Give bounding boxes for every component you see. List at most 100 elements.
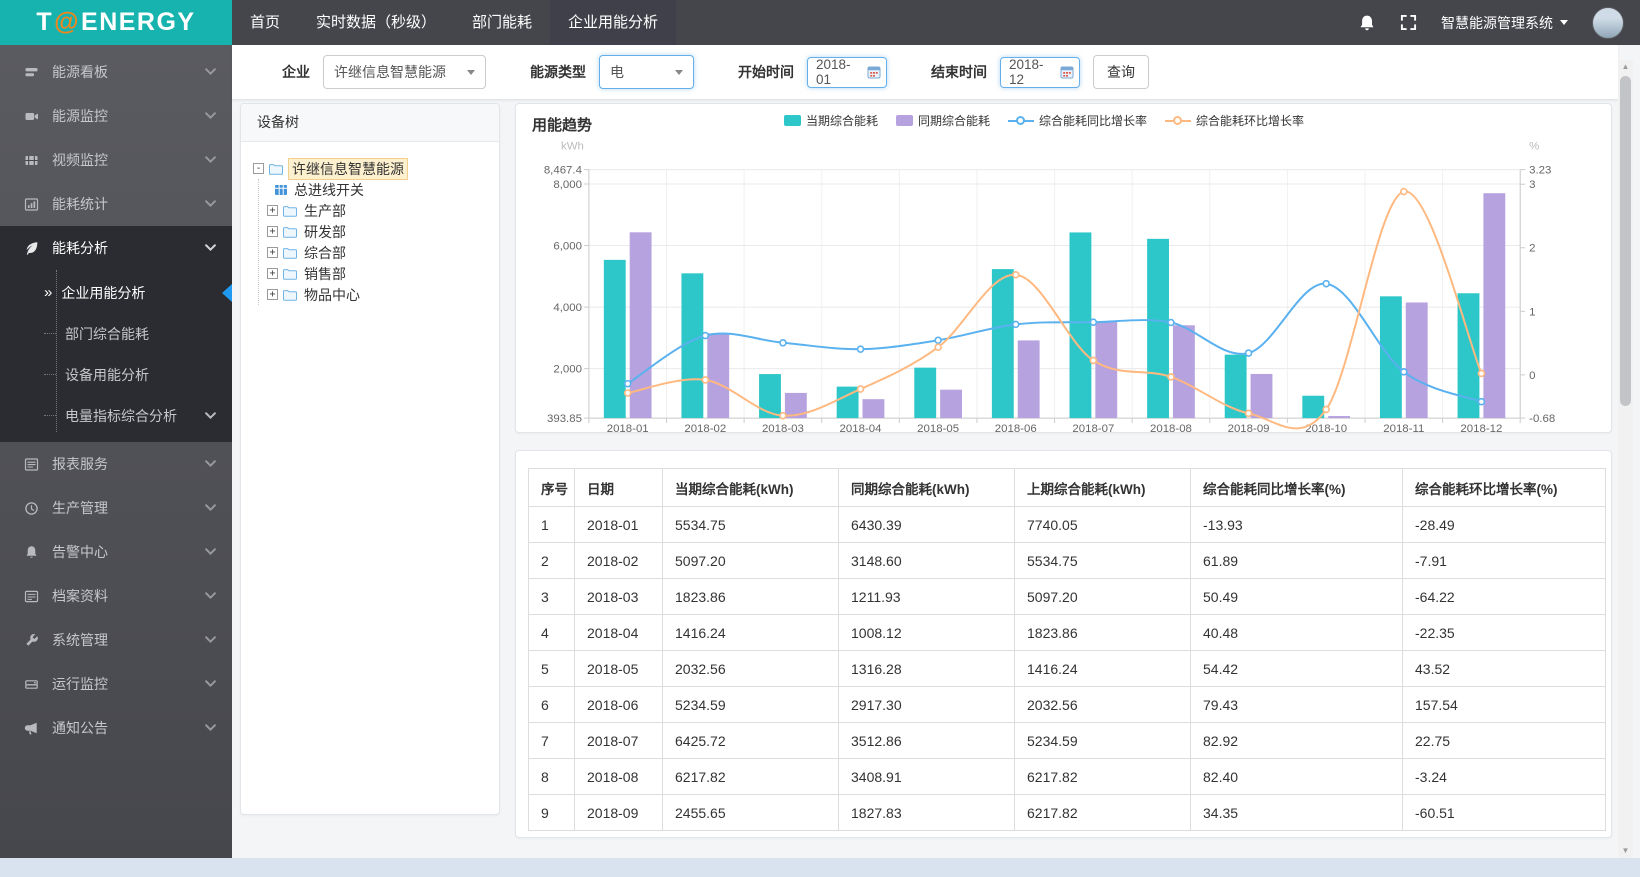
- sidebar-item[interactable]: 生产管理: [0, 486, 232, 530]
- expand-plus-icon[interactable]: +: [267, 205, 278, 216]
- bar-series-1: [603, 232, 1480, 419]
- table-cell: 1008.12: [838, 614, 1015, 651]
- table-cell: -13.93: [1190, 506, 1403, 543]
- table-cell: 82.92: [1190, 722, 1403, 759]
- tree-node-label: 许继信息智慧能源: [288, 157, 408, 180]
- sidebar-item[interactable]: 告警中心: [0, 530, 232, 574]
- top-navigation: 首页 实时数据（秒级） 部门能耗 企业用能分析: [232, 0, 677, 45]
- table-cell: 22.75: [1402, 722, 1606, 759]
- sidebar-subitem-label: 部门综合能耗: [65, 325, 149, 342]
- collapse-minus-icon[interactable]: -: [253, 163, 264, 174]
- sidebar-item[interactable]: 通知公告: [0, 706, 232, 750]
- energy-type-select-value: 电: [610, 64, 624, 80]
- expand-plus-icon[interactable]: +: [267, 289, 278, 300]
- chevron-down-icon: [205, 636, 216, 644]
- sidebar-item[interactable]: 报表服务: [0, 442, 232, 486]
- top-nav-tab-1[interactable]: 首页: [232, 0, 298, 45]
- svg-text:393.85: 393.85: [547, 413, 582, 425]
- expand-plus-icon[interactable]: +: [267, 226, 278, 237]
- svg-text:2018-01: 2018-01: [607, 423, 649, 432]
- table-row: 4 2018-04 1416.24 1008.12 1823.86 40.48 -22.35: [528, 614, 1606, 651]
- sidebar-subitem[interactable]: 电量指标综合分析: [0, 395, 232, 436]
- table-cell: 34.35: [1190, 794, 1403, 831]
- table-cell: 2018-04: [574, 614, 663, 651]
- query-button[interactable]: 查询: [1093, 55, 1149, 89]
- tree-node[interactable]: + 物品中心: [267, 284, 491, 305]
- table-row: 3 2018-03 1823.86 1211.93 5097.20 50.49 -64.22: [528, 578, 1606, 615]
- calendar-icon[interactable]: [867, 65, 881, 79]
- tree-node-label: 综合部: [304, 244, 346, 261]
- table-cell: 2018-08: [574, 758, 663, 795]
- svg-text:kWh: kWh: [561, 141, 584, 153]
- energy-data-table-panel: 序号 日期 当期综合能耗(kWh) 同期综合能耗(kWh) 上期综合能耗(kWh) 综合能…: [515, 450, 1612, 838]
- table-cell: 2018-07: [574, 722, 663, 759]
- company-select[interactable]: 许继信息智慧能源: [323, 55, 486, 89]
- table-cell: 1316.28: [838, 650, 1015, 687]
- table-cell: 2917.30: [838, 686, 1015, 723]
- horizontal-scrollbar[interactable]: [0, 858, 1640, 877]
- svg-text:2: 2: [1529, 243, 1535, 255]
- end-date-input[interactable]: 2018-12: [1000, 56, 1080, 88]
- table-cell: 7740.05: [1014, 506, 1191, 543]
- user-avatar[interactable]: [1592, 6, 1624, 39]
- svg-text:2018-08: 2018-08: [1150, 423, 1192, 432]
- sidebar-item[interactable]: 能耗分析: [0, 226, 232, 270]
- table-cell: 1416.24: [662, 614, 839, 651]
- chevron-down-icon: [205, 724, 216, 732]
- sidebar-group-expanded: 能耗分析 » 企业用能分析部门综合能耗设备用能分析 电量指标综合分析: [0, 226, 232, 442]
- top-nav-tab-2[interactable]: 实时数据（秒级）: [298, 0, 454, 45]
- tree-node[interactable]: + 销售部: [267, 263, 491, 284]
- sidebar-item[interactable]: 能源监控: [0, 94, 232, 138]
- sidebar-item[interactable]: 系统管理: [0, 618, 232, 662]
- sidebar-subitem[interactable]: 设备用能分析: [0, 354, 232, 395]
- top-nav-tab-4[interactable]: 企业用能分析: [550, 0, 677, 45]
- sidebar-item[interactable]: 能源看板: [0, 50, 232, 94]
- chevron-down-icon: [467, 69, 475, 75]
- column-header: 综合能耗同比增长率(%): [1190, 468, 1403, 507]
- brand-logo: T @ ENERGY: [0, 0, 232, 45]
- folder-icon: [282, 225, 298, 239]
- tree-node[interactable]: 总进线开关: [267, 179, 491, 200]
- top-nav-tab-3[interactable]: 部门能耗: [454, 0, 550, 45]
- table-cell: 6: [528, 686, 575, 723]
- logo-at-glyph: @: [54, 8, 81, 36]
- chevron-down-icon: [205, 460, 216, 468]
- calendar-icon[interactable]: [1060, 65, 1074, 79]
- vertical-scrollbar-thumb[interactable]: [1620, 76, 1631, 406]
- column-header: 上期综合能耗(kWh): [1014, 468, 1191, 507]
- sidebar-item[interactable]: 视频监控: [0, 138, 232, 182]
- camera-icon: [24, 109, 39, 124]
- table-cell: 2032.56: [662, 650, 839, 687]
- sidebar-item-label: 能耗统计: [52, 196, 108, 212]
- table-row: 1 2018-01 5534.75 6430.39 7740.05 -13.93 -28.4…: [528, 506, 1606, 543]
- header-right-tools: 智慧能源管理系统: [1358, 0, 1640, 45]
- start-date-input[interactable]: 2018-01: [807, 56, 887, 88]
- sidebar-subitem[interactable]: 部门综合能耗: [0, 313, 232, 354]
- sidebar-subitem-label: 企业用能分析: [61, 284, 146, 301]
- notification-bell-icon[interactable]: [1358, 14, 1376, 32]
- filter-toolbar: 企业 许继信息智慧能源 能源类型 电 开始时间 2018-01 结束时间 201…: [232, 45, 1618, 100]
- scroll-down-arrow-icon[interactable]: ▼: [1618, 844, 1633, 858]
- tree-node[interactable]: + 研发部: [267, 221, 491, 242]
- table-cell: 3148.60: [838, 542, 1015, 579]
- tree-node[interactable]: + 综合部: [267, 242, 491, 263]
- fullscreen-icon[interactable]: [1400, 14, 1417, 31]
- table-row: 8 2018-08 6217.82 3408.91 6217.82 82.40 -3.24: [528, 758, 1606, 795]
- svg-text:1: 1: [1529, 306, 1535, 318]
- scroll-up-arrow-icon[interactable]: ▲: [1618, 60, 1633, 74]
- energy-type-select[interactable]: 电: [599, 55, 694, 89]
- sidebar-item[interactable]: 能耗统计: [0, 182, 232, 226]
- expand-plus-icon[interactable]: +: [267, 268, 278, 279]
- sidebar-item-label: 能耗分析: [52, 240, 108, 256]
- expand-plus-icon[interactable]: +: [267, 247, 278, 258]
- tree-node-root[interactable]: - 许继信息智慧能源: [253, 157, 491, 180]
- energy-trend-chart-panel: 用能趋势 当期综合能耗 同期综合能耗 综合能耗同比增长率 综合能耗环比增长率 393.…: [515, 103, 1612, 433]
- sidebar-item[interactable]: 运行监控: [0, 662, 232, 706]
- table-cell: 2032.56: [1014, 686, 1191, 723]
- column-header: 日期: [574, 468, 663, 507]
- megaphone-icon: [24, 721, 39, 736]
- sidebar-item[interactable]: 档案资料: [0, 574, 232, 618]
- tree-node[interactable]: + 生产部: [267, 200, 491, 221]
- sidebar-subitem[interactable]: » 企业用能分析: [0, 272, 232, 313]
- system-name-dropdown[interactable]: 智慧能源管理系统: [1441, 13, 1568, 33]
